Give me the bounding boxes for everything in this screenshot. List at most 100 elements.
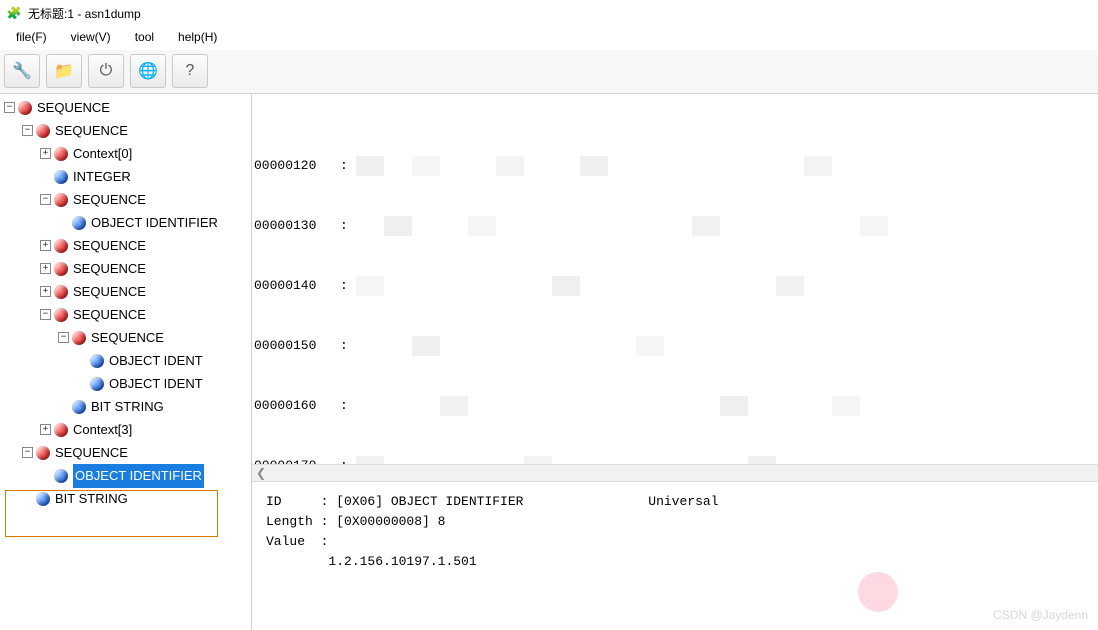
node-icon	[72, 216, 86, 230]
field-value-label: Value	[266, 534, 305, 549]
tool-globe-icon[interactable]: 🌐	[130, 54, 166, 88]
node-icon	[90, 377, 104, 391]
tree-label: SEQUENCE	[73, 258, 146, 280]
tree-label: SEQUENCE	[73, 235, 146, 257]
tree-label: SEQUENCE	[91, 327, 164, 349]
node-icon	[36, 446, 50, 460]
tree-label: Context[0]	[73, 143, 132, 165]
tree-label: BIT STRING	[91, 396, 164, 418]
field-length-label: Length	[266, 514, 313, 529]
tree-label: SEQUENCE	[73, 304, 146, 326]
tree-label: SEQUENCE	[73, 189, 146, 211]
node-icon	[54, 193, 68, 207]
expander-icon[interactable]: +	[40, 424, 51, 435]
tree-node-sequence[interactable]: + SEQUENCE	[4, 280, 251, 303]
main-area: − SEQUENCE − SEQUENCE + Context[0] INTEG…	[0, 94, 1098, 630]
tool-help-icon[interactable]: ?	[172, 54, 208, 88]
node-icon	[54, 423, 68, 437]
menu-help[interactable]: help(H)	[166, 28, 229, 48]
node-icon	[36, 124, 50, 138]
node-icon	[54, 170, 68, 184]
node-icon	[36, 492, 50, 506]
expander-icon[interactable]: −	[40, 194, 51, 205]
tree-node-context[interactable]: + Context[3]	[4, 418, 251, 441]
tree-label: INTEGER	[73, 166, 131, 188]
tree-pane[interactable]: − SEQUENCE − SEQUENCE + Context[0] INTEG…	[0, 94, 252, 630]
watermark: CSDN @Jaydenn	[993, 608, 1088, 622]
tree-label: OBJECT IDENTIFIER	[91, 212, 218, 234]
tree-node-sequence[interactable]: − SEQUENCE	[4, 326, 251, 349]
tree-node-oid[interactable]: OBJECT IDENT	[4, 349, 251, 372]
hex-offset: 00000170	[254, 456, 340, 464]
tree-label: SEQUENCE	[73, 281, 146, 303]
node-icon	[54, 308, 68, 322]
menu-bar: file(F) view(V) tool help(H)	[0, 26, 1098, 50]
expander-icon[interactable]: −	[22, 125, 33, 136]
menu-tool[interactable]: tool	[123, 28, 166, 48]
tool-open-icon[interactable]: 📁	[46, 54, 82, 88]
node-icon	[90, 354, 104, 368]
scroll-left-icon[interactable]: ❮	[256, 466, 266, 480]
tree-node-sequence[interactable]: + SEQUENCE	[4, 234, 251, 257]
tool-settings-icon[interactable]: 🔧	[4, 54, 40, 88]
right-pane: 00000120: 00000130: 00000140: 00000150: …	[252, 94, 1098, 630]
expander-icon[interactable]: −	[40, 309, 51, 320]
tree-node-context[interactable]: + Context[0]	[4, 142, 251, 165]
window-title: 无标题:1 - asn1dump	[28, 5, 141, 22]
hex-offset: 00000120	[254, 156, 340, 176]
tree-node-sequence[interactable]: + SEQUENCE	[4, 257, 251, 280]
node-icon	[54, 469, 68, 483]
toolbar: 🔧 📁 ⏻ 🌐 ?	[0, 50, 1098, 94]
hex-offset: 00000150	[254, 336, 340, 356]
tree-node-oid[interactable]: OBJECT IDENTIFIER	[4, 211, 251, 234]
tree-label: SEQUENCE	[55, 442, 128, 464]
expander-icon[interactable]: +	[40, 240, 51, 251]
field-id-label: ID	[266, 494, 282, 509]
field-class-value: Universal	[648, 494, 718, 509]
menu-view[interactable]: view(V)	[59, 28, 123, 48]
hex-offset: 00000160	[254, 396, 340, 416]
field-length-value: [0X00000008] 8	[336, 514, 445, 529]
app-icon: 🧩	[6, 5, 22, 21]
tree-node-bitstring[interactable]: BIT STRING	[4, 487, 251, 510]
hex-offset: 00000130	[254, 216, 340, 236]
tree-label: Context[3]	[73, 419, 132, 441]
tree-label: OBJECT IDENT	[109, 350, 203, 372]
node-icon	[54, 239, 68, 253]
horizontal-scrollbar[interactable]: ❮	[252, 464, 1098, 482]
tree-node-bitstring[interactable]: BIT STRING	[4, 395, 251, 418]
tree-node-oid[interactable]: OBJECT IDENT	[4, 372, 251, 395]
tree-node-sequence[interactable]: − SEQUENCE	[4, 96, 251, 119]
tree-label-selected: OBJECT IDENTIFIER	[73, 464, 204, 488]
expander-icon[interactable]: +	[40, 286, 51, 297]
detail-pane: ID : [0X06] OBJECT IDENTIFIER Universal …	[252, 482, 1098, 630]
tree-node-sequence[interactable]: − SEQUENCE	[4, 119, 251, 142]
menu-file[interactable]: file(F)	[4, 28, 59, 48]
node-icon	[18, 101, 32, 115]
node-icon	[54, 262, 68, 276]
expander-icon[interactable]: +	[40, 263, 51, 274]
expander-icon[interactable]: −	[4, 102, 15, 113]
cursor-marker-icon	[858, 572, 898, 612]
expander-icon[interactable]: −	[22, 447, 33, 458]
tree-node-sequence[interactable]: − SEQUENCE	[4, 303, 251, 326]
expander-icon[interactable]: +	[40, 148, 51, 159]
tree-node-integer[interactable]: INTEGER	[4, 165, 251, 188]
node-icon	[72, 331, 86, 345]
field-id-value: [0X06] OBJECT IDENTIFIER	[336, 494, 523, 509]
node-icon	[54, 285, 68, 299]
tree-node-sequence[interactable]: − SEQUENCE	[4, 441, 251, 464]
title-bar: 🧩 无标题:1 - asn1dump	[0, 0, 1098, 26]
tree-node-sequence[interactable]: − SEQUENCE	[4, 188, 251, 211]
tree-label: SEQUENCE	[37, 97, 110, 119]
tree-label: BIT STRING	[55, 488, 128, 510]
tree-node-oid-selected[interactable]: OBJECT IDENTIFIER	[4, 464, 251, 487]
hex-offset: 00000140	[254, 276, 340, 296]
node-icon	[72, 400, 86, 414]
tree-label: OBJECT IDENT	[109, 373, 203, 395]
hex-viewer[interactable]: 00000120: 00000130: 00000140: 00000150: …	[252, 94, 1098, 464]
expander-icon[interactable]: −	[58, 332, 69, 343]
tool-power-icon[interactable]: ⏻	[88, 54, 124, 88]
field-value-value: 1.2.156.10197.1.501	[328, 554, 476, 569]
node-icon	[54, 147, 68, 161]
